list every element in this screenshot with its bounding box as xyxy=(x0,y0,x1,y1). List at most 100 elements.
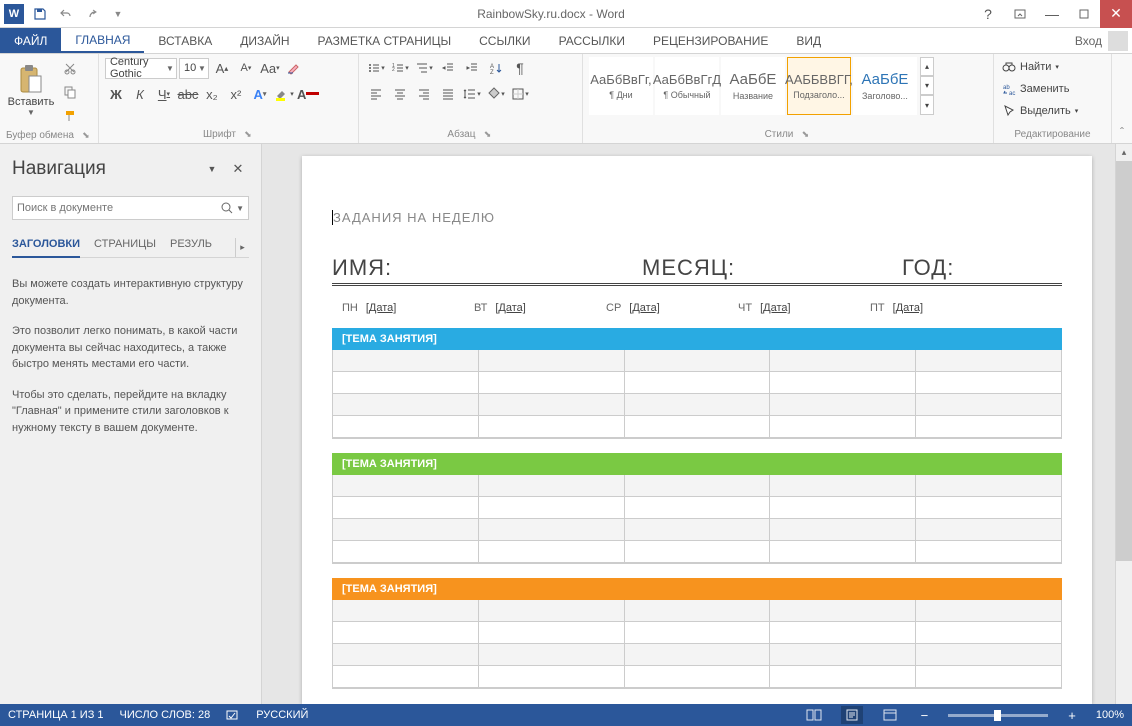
day-date[interactable]: [Дата] xyxy=(893,302,923,314)
align-right-icon[interactable] xyxy=(413,83,435,105)
table-cell[interactable] xyxy=(479,541,625,563)
table-cell[interactable] xyxy=(916,666,1061,688)
sign-in[interactable]: Вход xyxy=(1075,28,1132,53)
align-center-icon[interactable] xyxy=(389,83,411,105)
tab-design[interactable]: ДИЗАЙН xyxy=(226,28,303,53)
table-cell[interactable] xyxy=(479,600,625,622)
table-cell[interactable] xyxy=(916,541,1061,563)
scroll-thumb[interactable] xyxy=(1116,161,1132,561)
nav-search[interactable]: ▼ xyxy=(12,196,249,220)
line-spacing-icon[interactable]: ▾ xyxy=(461,83,483,105)
view-web-icon[interactable] xyxy=(879,706,901,724)
table-row[interactable] xyxy=(333,497,1061,519)
search-icon[interactable] xyxy=(220,201,234,215)
section-2-grid[interactable] xyxy=(332,475,1062,564)
table-cell[interactable] xyxy=(625,622,771,644)
table-cell[interactable] xyxy=(333,622,479,644)
document-page[interactable]: ЗАДАНИЯ НА НЕДЕЛЮ ИМЯ: МЕСЯЦ: ГОД: ПН[Да… xyxy=(302,156,1092,704)
change-case-icon[interactable]: Aa▾ xyxy=(259,57,281,79)
format-painter-icon[interactable] xyxy=(59,105,81,127)
table-cell[interactable] xyxy=(916,475,1061,497)
find-button[interactable]: Найти▾ xyxy=(1000,57,1080,77)
table-cell[interactable] xyxy=(625,666,771,688)
nav-tab-overflow-icon[interactable]: ▸ xyxy=(235,238,249,257)
table-cell[interactable] xyxy=(625,644,771,666)
bold-button[interactable]: Ж xyxy=(105,83,127,105)
shrink-font-icon[interactable]: A▾ xyxy=(235,57,257,79)
view-read-icon[interactable] xyxy=(803,706,825,724)
table-cell[interactable] xyxy=(479,372,625,394)
gallery-more-icon[interactable]: ▾ xyxy=(920,95,934,115)
table-row[interactable] xyxy=(333,394,1061,416)
italic-button[interactable]: К xyxy=(129,83,151,105)
collapse-ribbon-icon[interactable]: ˆ xyxy=(1112,54,1132,143)
multilevel-list-icon[interactable]: ▾ xyxy=(413,57,435,79)
shading-icon[interactable]: ▾ xyxy=(485,83,507,105)
table-cell[interactable] xyxy=(333,372,479,394)
table-row[interactable] xyxy=(333,541,1061,563)
table-cell[interactable] xyxy=(770,519,916,541)
undo-icon[interactable] xyxy=(54,2,78,26)
status-page[interactable]: СТРАНИЦА 1 ИЗ 1 xyxy=(8,709,104,721)
section-3-grid[interactable] xyxy=(332,600,1062,689)
copy-icon[interactable] xyxy=(59,81,81,103)
table-cell[interactable] xyxy=(916,394,1061,416)
nav-tab-pages[interactable]: СТРАНИЦЫ xyxy=(94,238,156,257)
decrease-indent-icon[interactable] xyxy=(437,57,459,79)
table-cell[interactable] xyxy=(916,497,1061,519)
status-language[interactable]: РУССКИЙ xyxy=(256,709,308,721)
style-item[interactable]: ААББВВГГ,Подзаголо... xyxy=(787,57,851,115)
numbering-icon[interactable]: 12▾ xyxy=(389,57,411,79)
nav-close-icon[interactable]: ✕ xyxy=(227,158,249,180)
day-date[interactable]: [Дата] xyxy=(495,302,525,314)
bullets-icon[interactable]: ▾ xyxy=(365,57,387,79)
minimize-icon[interactable]: — xyxy=(1036,0,1068,28)
table-cell[interactable] xyxy=(916,416,1061,438)
scroll-up-icon[interactable]: ▴ xyxy=(1116,144,1132,161)
tab-view[interactable]: ВИД xyxy=(782,28,835,53)
select-button[interactable]: Выделить▾ xyxy=(1000,101,1080,121)
table-row[interactable] xyxy=(333,372,1061,394)
redo-icon[interactable] xyxy=(80,2,104,26)
table-cell[interactable] xyxy=(479,497,625,519)
day-date[interactable]: [Дата] xyxy=(366,302,396,314)
table-row[interactable] xyxy=(333,416,1061,438)
tab-layout[interactable]: РАЗМЕТКА СТРАНИЦЫ xyxy=(304,28,466,53)
table-cell[interactable] xyxy=(333,497,479,519)
table-cell[interactable] xyxy=(625,600,771,622)
nav-tab-results[interactable]: РЕЗУЛЬ xyxy=(170,238,212,257)
table-cell[interactable] xyxy=(770,666,916,688)
zoom-in-icon[interactable]: + xyxy=(1064,708,1080,723)
grow-font-icon[interactable]: A▴ xyxy=(211,57,233,79)
gallery-down-icon[interactable]: ▾ xyxy=(920,76,934,95)
table-cell[interactable] xyxy=(479,350,625,372)
table-row[interactable] xyxy=(333,622,1061,644)
table-cell[interactable] xyxy=(625,497,771,519)
table-cell[interactable] xyxy=(770,644,916,666)
table-cell[interactable] xyxy=(916,372,1061,394)
close-icon[interactable]: ✕ xyxy=(1100,0,1132,28)
table-cell[interactable] xyxy=(625,350,771,372)
table-cell[interactable] xyxy=(333,475,479,497)
nav-options-icon[interactable]: ▼ xyxy=(201,158,223,180)
section-1-grid[interactable] xyxy=(332,350,1062,439)
table-cell[interactable] xyxy=(479,475,625,497)
table-cell[interactable] xyxy=(479,622,625,644)
table-cell[interactable] xyxy=(770,497,916,519)
table-row[interactable] xyxy=(333,666,1061,688)
table-cell[interactable] xyxy=(770,475,916,497)
table-cell[interactable] xyxy=(333,394,479,416)
table-cell[interactable] xyxy=(770,541,916,563)
strikethrough-button[interactable]: abc xyxy=(177,83,199,105)
table-cell[interactable] xyxy=(479,394,625,416)
gallery-up-icon[interactable]: ▴ xyxy=(920,57,934,76)
table-cell[interactable] xyxy=(916,350,1061,372)
style-item[interactable]: АаБбЕНазвание xyxy=(721,57,785,115)
paste-button[interactable]: Вставить ▼ xyxy=(6,57,56,123)
table-cell[interactable] xyxy=(625,475,771,497)
text-effects-icon[interactable]: A▾ xyxy=(249,83,271,105)
table-cell[interactable] xyxy=(333,350,479,372)
styles-dialog-launcher[interactable]: ⬊ xyxy=(799,128,811,140)
table-cell[interactable] xyxy=(333,666,479,688)
table-cell[interactable] xyxy=(333,644,479,666)
